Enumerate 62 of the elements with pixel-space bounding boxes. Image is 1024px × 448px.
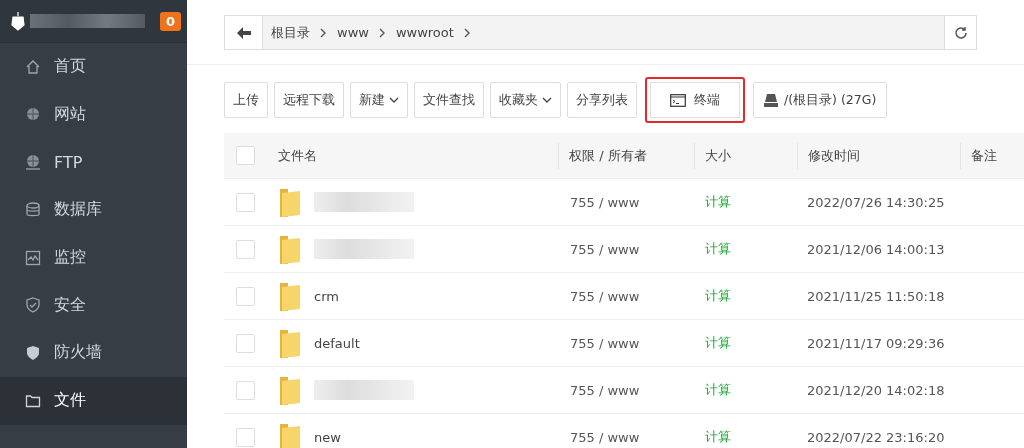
permission-text: 755 / www <box>570 241 640 257</box>
sidebar-item[interactable]: 监控 <box>0 233 187 282</box>
sidebar-item[interactable]: FTP <box>0 138 187 187</box>
column-header[interactable]: 权限 / 所有者 <box>569 146 647 165</box>
caret-icon <box>542 97 552 103</box>
toolbar-button[interactable]: /(根目录) (27G) <box>753 82 888 118</box>
file-name[interactable]: new <box>314 429 341 445</box>
row-checkbox[interactable] <box>236 192 255 212</box>
drive-icon <box>764 93 778 107</box>
globe-icon <box>25 106 41 123</box>
row-checkbox[interactable] <box>236 239 255 259</box>
modified-time: 2021/11/25 11:50:18 <box>807 288 945 304</box>
permission-text: 755 / www <box>570 429 640 445</box>
sidebar-item[interactable]: 首页 <box>0 43 187 91</box>
column-header[interactable]: 备注 <box>971 146 997 165</box>
folder-icon <box>280 281 300 311</box>
toolbar-button[interactable]: 上传 <box>224 82 268 118</box>
folder-icon <box>280 375 300 405</box>
shield-icon <box>25 344 41 361</box>
file-name[interactable]: crm <box>314 288 339 304</box>
modified-time: 2022/07/22 23:16:20 <box>807 429 945 445</box>
sidebar-item[interactable]: 网站 <box>0 90 187 139</box>
column-header[interactable]: 修改时间 <box>808 146 860 165</box>
toolbar-button[interactable]: 文件查找 <box>414 82 484 118</box>
permission-text: 755 / www <box>570 382 640 398</box>
shield-icon <box>25 297 41 314</box>
permission-text: 755 / www <box>570 288 640 304</box>
select-all-checkbox[interactable] <box>236 146 255 165</box>
file-name[interactable]: default <box>314 335 360 351</box>
modified-time: 2022/07/26 14:30:25 <box>807 194 945 210</box>
permission-text: 755 / www <box>570 194 640 210</box>
toolbar-button[interactable]: 新建 <box>350 82 408 118</box>
folder-icon <box>280 328 300 358</box>
column-header[interactable]: 大小 <box>705 146 731 165</box>
sidebar-item[interactable]: 防火墙 <box>0 329 187 377</box>
toolbar-button[interactable]: 终端 <box>645 77 745 123</box>
column-header[interactable]: 文件名 <box>278 146 317 165</box>
toolbar-button[interactable]: 分享列表 <box>567 82 637 118</box>
toolbar-button[interactable]: 远程下载 <box>274 82 344 118</box>
folder-icon <box>280 187 300 217</box>
modified-time: 2021/11/17 09:29:36 <box>807 335 945 351</box>
database-icon <box>25 201 41 218</box>
folder-icon <box>25 392 41 409</box>
toolbar-button[interactable]: 收藏夹 <box>490 82 561 118</box>
modified-time: 2021/12/06 14:00:13 <box>807 241 945 257</box>
logo-icon <box>10 11 26 31</box>
row-checkbox[interactable] <box>236 286 255 306</box>
row-checkbox[interactable] <box>236 380 255 400</box>
row-checkbox[interactable] <box>236 427 255 447</box>
sidebar-item[interactable]: 数据库 <box>0 186 187 234</box>
home-icon <box>25 58 41 75</box>
modified-time: 2021/12/20 14:02:18 <box>807 382 945 398</box>
chart-icon <box>25 249 41 266</box>
folder-icon <box>280 422 300 448</box>
folder-icon <box>280 234 300 264</box>
sidebar-item[interactable]: 安全 <box>0 281 187 330</box>
terminal-icon <box>670 93 686 107</box>
globe-icon <box>25 154 41 171</box>
permission-text: 755 / www <box>570 335 640 351</box>
row-checkbox[interactable] <box>236 333 255 353</box>
sidebar-item[interactable]: 文件 <box>0 376 187 425</box>
caret-icon <box>389 97 399 103</box>
